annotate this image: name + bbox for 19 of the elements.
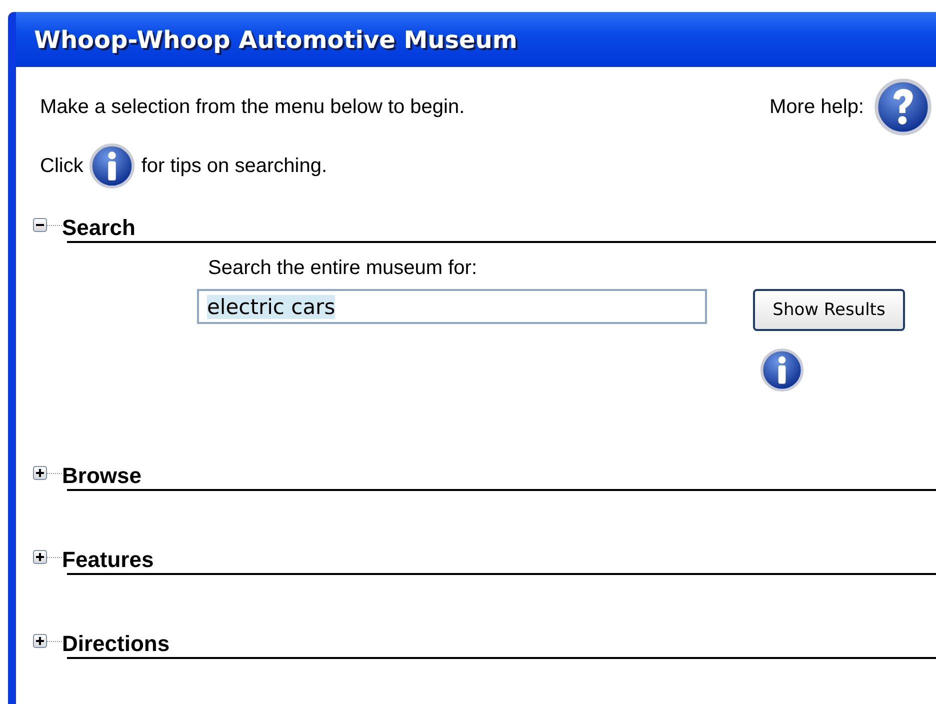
window-title: Whoop-Whoop Automotive Museum xyxy=(34,26,518,54)
search-label: Search the entire museum for: xyxy=(207,257,478,280)
help-label: More help: xyxy=(770,96,864,118)
show-results-button[interactable]: Show Results xyxy=(753,289,905,331)
help-icon[interactable] xyxy=(874,78,932,136)
section-heading[interactable]: Search xyxy=(62,215,136,241)
instruction-text: Make a selection from the menu below to begin. xyxy=(40,96,465,118)
tip-text: Click xyxy=(40,154,84,178)
section-heading[interactable]: Features xyxy=(62,547,154,573)
info-icon[interactable] xyxy=(760,348,804,392)
expand-icon[interactable] xyxy=(33,466,47,480)
search-field[interactable]: electric cars xyxy=(197,289,707,324)
info-icon[interactable] xyxy=(89,143,136,189)
section-heading[interactable]: Browse xyxy=(62,463,142,489)
section-heading[interactable]: Directions xyxy=(62,631,170,657)
expand-icon[interactable] xyxy=(33,550,47,564)
expand-icon[interactable] xyxy=(33,634,47,648)
collapse-icon[interactable] xyxy=(33,218,47,232)
tip-text: for tips on searching. xyxy=(141,154,327,178)
